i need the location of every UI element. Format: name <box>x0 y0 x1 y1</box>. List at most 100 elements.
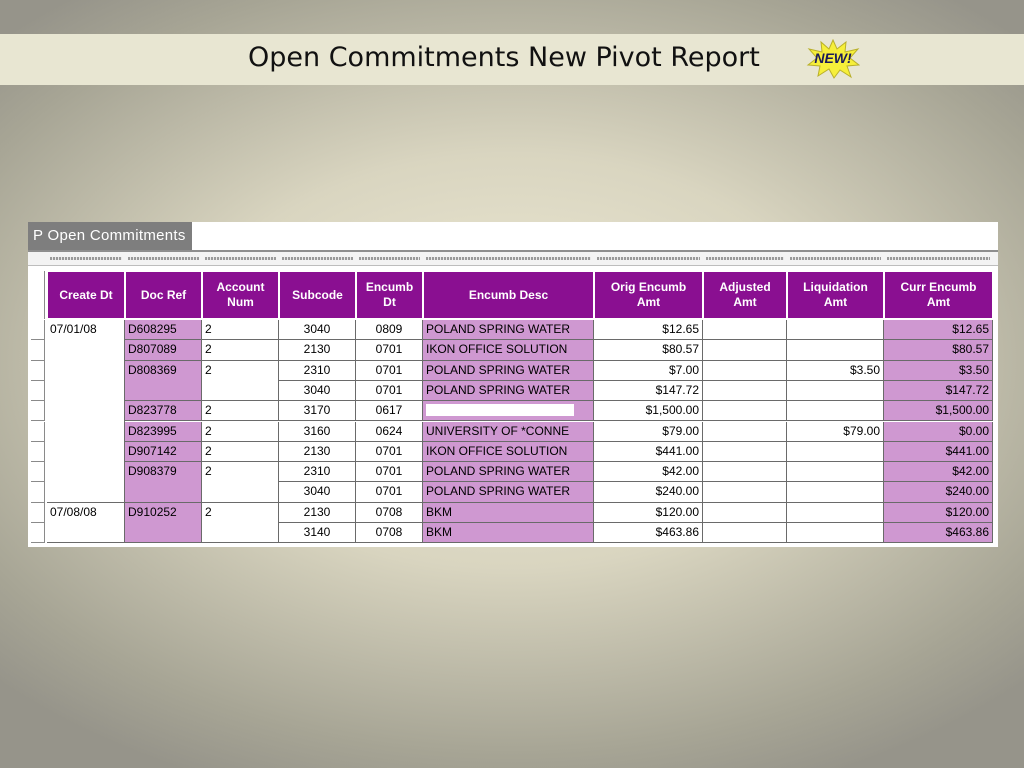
cell-account-num[interactable]: 2 <box>202 421 279 442</box>
header-create-dt[interactable]: Create Dt <box>47 271 125 319</box>
cell-orig-encumb-amt[interactable]: $240.00 <box>594 482 703 503</box>
cell-encumb-dt[interactable]: 0701 <box>356 340 423 361</box>
row-header[interactable] <box>31 360 45 381</box>
cell-adjusted-amt[interactable] <box>703 502 787 523</box>
cell-subcode[interactable]: 2130 <box>279 340 356 361</box>
cell-orig-encumb-amt[interactable]: $79.00 <box>594 421 703 442</box>
header-adjusted-amt[interactable]: Adjusted Amt <box>703 271 787 319</box>
cell-curr-encumb-amt[interactable]: $120.00 <box>884 502 993 523</box>
cell-curr-encumb-amt[interactable]: $240.00 <box>884 482 993 503</box>
column-resize-handle[interactable] <box>50 257 122 260</box>
cell-liquidation-amt[interactable] <box>787 523 884 544</box>
cell-subcode[interactable]: 2310 <box>279 462 356 483</box>
cell-curr-encumb-amt[interactable]: $441.00 <box>884 441 993 463</box>
cell-orig-encumb-amt[interactable]: $441.00 <box>594 441 703 463</box>
cell-subcode[interactable]: 2130 <box>279 502 356 523</box>
cell-doc-ref[interactable]: D823778 <box>125 401 202 422</box>
cell-orig-encumb-amt[interactable]: $7.00 <box>594 360 703 381</box>
cell-doc-ref[interactable]: D807089 <box>125 340 202 361</box>
cell-doc-ref[interactable]: D823995 <box>125 421 202 442</box>
cell-subcode[interactable]: 3040 <box>279 482 356 503</box>
cell-orig-encumb-amt[interactable]: $463.86 <box>594 523 703 544</box>
column-resize-handle[interactable] <box>887 257 990 260</box>
cell-encumb-dt[interactable]: 0624 <box>356 421 423 442</box>
column-resize-handle[interactable] <box>205 257 276 260</box>
cell-curr-encumb-amt[interactable]: $42.00 <box>884 462 993 483</box>
cell-encumb-dt[interactable]: 0701 <box>356 380 423 402</box>
header-liquidation-amt[interactable]: Liquidation Amt <box>787 271 884 319</box>
cell-adjusted-amt[interactable] <box>703 441 787 463</box>
cell-subcode[interactable]: 3170 <box>279 401 356 422</box>
cell-create-dt[interactable]: 07/08/08 <box>47 502 125 544</box>
cell-liquidation-amt[interactable] <box>787 380 884 402</box>
cell-doc-ref[interactable]: D908379 <box>125 462 202 503</box>
header-curr-encumb-amt[interactable]: Curr Encumb Amt <box>884 271 993 319</box>
row-header[interactable] <box>31 340 45 361</box>
cell-encumb-desc[interactable]: POLAND SPRING WATER <box>423 482 594 503</box>
cell-encumb-desc[interactable]: BKM <box>423 523 594 544</box>
column-resize-handle[interactable] <box>790 257 881 260</box>
cell-encumb-dt[interactable]: 0701 <box>356 360 423 381</box>
cell-account-num[interactable]: 2 <box>202 502 279 544</box>
column-resize-handle[interactable] <box>282 257 353 260</box>
cell-encumb-dt[interactable]: 0701 <box>356 441 423 463</box>
header-encumb-desc[interactable]: Encumb Desc <box>423 271 594 319</box>
cell-liquidation-amt[interactable] <box>787 401 884 422</box>
cell-curr-encumb-amt[interactable]: $0.00 <box>884 421 993 442</box>
cell-create-dt[interactable]: 07/01/08 <box>47 320 125 503</box>
cell-liquidation-amt[interactable] <box>787 482 884 503</box>
cell-encumb-desc[interactable] <box>423 401 594 422</box>
cell-encumb-desc[interactable]: UNIVERSITY OF *CONNE <box>423 421 594 442</box>
cell-orig-encumb-amt[interactable]: $42.00 <box>594 462 703 483</box>
row-header[interactable] <box>31 482 45 503</box>
cell-account-num[interactable]: 2 <box>202 401 279 422</box>
cell-liquidation-amt[interactable] <box>787 320 884 341</box>
column-resize-handle[interactable] <box>597 257 700 260</box>
cell-subcode[interactable]: 2130 <box>279 441 356 463</box>
cell-subcode[interactable]: 3160 <box>279 421 356 442</box>
cell-adjusted-amt[interactable] <box>703 523 787 544</box>
cell-account-num[interactable]: 2 <box>202 441 279 463</box>
row-header[interactable] <box>31 401 45 422</box>
cell-liquidation-amt[interactable]: $79.00 <box>787 421 884 442</box>
cell-doc-ref[interactable]: D808369 <box>125 360 202 402</box>
cell-liquidation-amt[interactable]: $3.50 <box>787 360 884 381</box>
cell-encumb-desc[interactable]: BKM <box>423 502 594 523</box>
row-header[interactable] <box>31 502 45 523</box>
cell-encumb-dt[interactable]: 0701 <box>356 462 423 483</box>
row-header[interactable] <box>31 421 45 442</box>
cell-subcode[interactable]: 2310 <box>279 360 356 381</box>
cell-curr-encumb-amt[interactable]: $12.65 <box>884 320 993 341</box>
cell-orig-encumb-amt[interactable]: $147.72 <box>594 380 703 402</box>
cell-orig-encumb-amt[interactable]: $120.00 <box>594 502 703 523</box>
cell-encumb-desc[interactable]: POLAND SPRING WATER <box>423 380 594 402</box>
cell-subcode[interactable]: 3040 <box>279 380 356 402</box>
row-header[interactable] <box>31 380 45 402</box>
cell-curr-encumb-amt[interactable]: $147.72 <box>884 380 993 402</box>
cell-encumb-desc[interactable]: IKON OFFICE SOLUTION <box>423 340 594 361</box>
cell-curr-encumb-amt[interactable]: $3.50 <box>884 360 993 381</box>
column-resize-handle[interactable] <box>128 257 199 260</box>
cell-orig-encumb-amt[interactable]: $12.65 <box>594 320 703 341</box>
cell-adjusted-amt[interactable] <box>703 462 787 483</box>
cell-adjusted-amt[interactable] <box>703 320 787 341</box>
cell-adjusted-amt[interactable] <box>703 482 787 503</box>
cell-orig-encumb-amt[interactable]: $1,500.00 <box>594 401 703 422</box>
cell-encumb-desc[interactable]: IKON OFFICE SOLUTION <box>423 441 594 463</box>
row-header[interactable] <box>31 441 45 463</box>
column-resize-handle[interactable] <box>706 257 784 260</box>
cell-encumb-desc[interactable]: POLAND SPRING WATER <box>423 320 594 341</box>
cell-curr-encumb-amt[interactable]: $463.86 <box>884 523 993 544</box>
cell-curr-encumb-amt[interactable]: $1,500.00 <box>884 401 993 422</box>
cell-adjusted-amt[interactable] <box>703 380 787 402</box>
cell-account-num[interactable]: 2 <box>202 340 279 361</box>
tab-open-commitments[interactable]: P Open Commitments <box>28 222 192 250</box>
row-header[interactable] <box>31 462 45 483</box>
row-header[interactable] <box>31 523 45 544</box>
header-subcode[interactable]: Subcode <box>279 271 356 319</box>
cell-doc-ref[interactable]: D608295 <box>125 320 202 341</box>
cell-subcode[interactable]: 3040 <box>279 320 356 341</box>
cell-liquidation-amt[interactable] <box>787 441 884 463</box>
cell-encumb-dt[interactable]: 0708 <box>356 523 423 544</box>
header-doc-ref[interactable]: Doc Ref <box>125 271 202 319</box>
